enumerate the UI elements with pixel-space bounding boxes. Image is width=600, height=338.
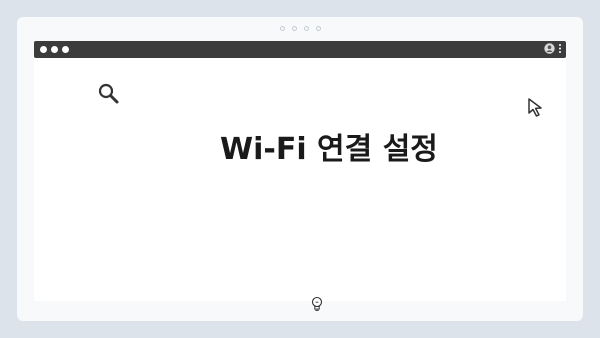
user-icon[interactable] — [544, 43, 555, 54]
titlebar-icons — [544, 43, 562, 54]
window-titlebar — [34, 41, 566, 58]
pager-dot[interactable] — [279, 26, 285, 31]
pager-dot[interactable] — [315, 26, 321, 31]
more-vertical-icon[interactable] — [558, 43, 562, 54]
pager-dots — [17, 26, 583, 31]
window-card: Wi-Fi 연결 설정 — [17, 17, 583, 321]
cursor-icon — [528, 98, 542, 117]
maximize-window-button[interactable] — [62, 46, 69, 53]
pager-dot[interactable] — [303, 26, 309, 31]
page-title: Wi-Fi 연결 설정 — [220, 132, 438, 167]
window-content: Wi-Fi 연결 설정 — [34, 58, 566, 311]
window-controls — [40, 46, 69, 53]
minimize-window-button[interactable] — [51, 46, 58, 53]
lightbulb-icon — [311, 296, 323, 311]
search-icon[interactable] — [97, 82, 121, 106]
pager-dot[interactable] — [291, 26, 297, 31]
close-window-button[interactable] — [40, 46, 47, 53]
